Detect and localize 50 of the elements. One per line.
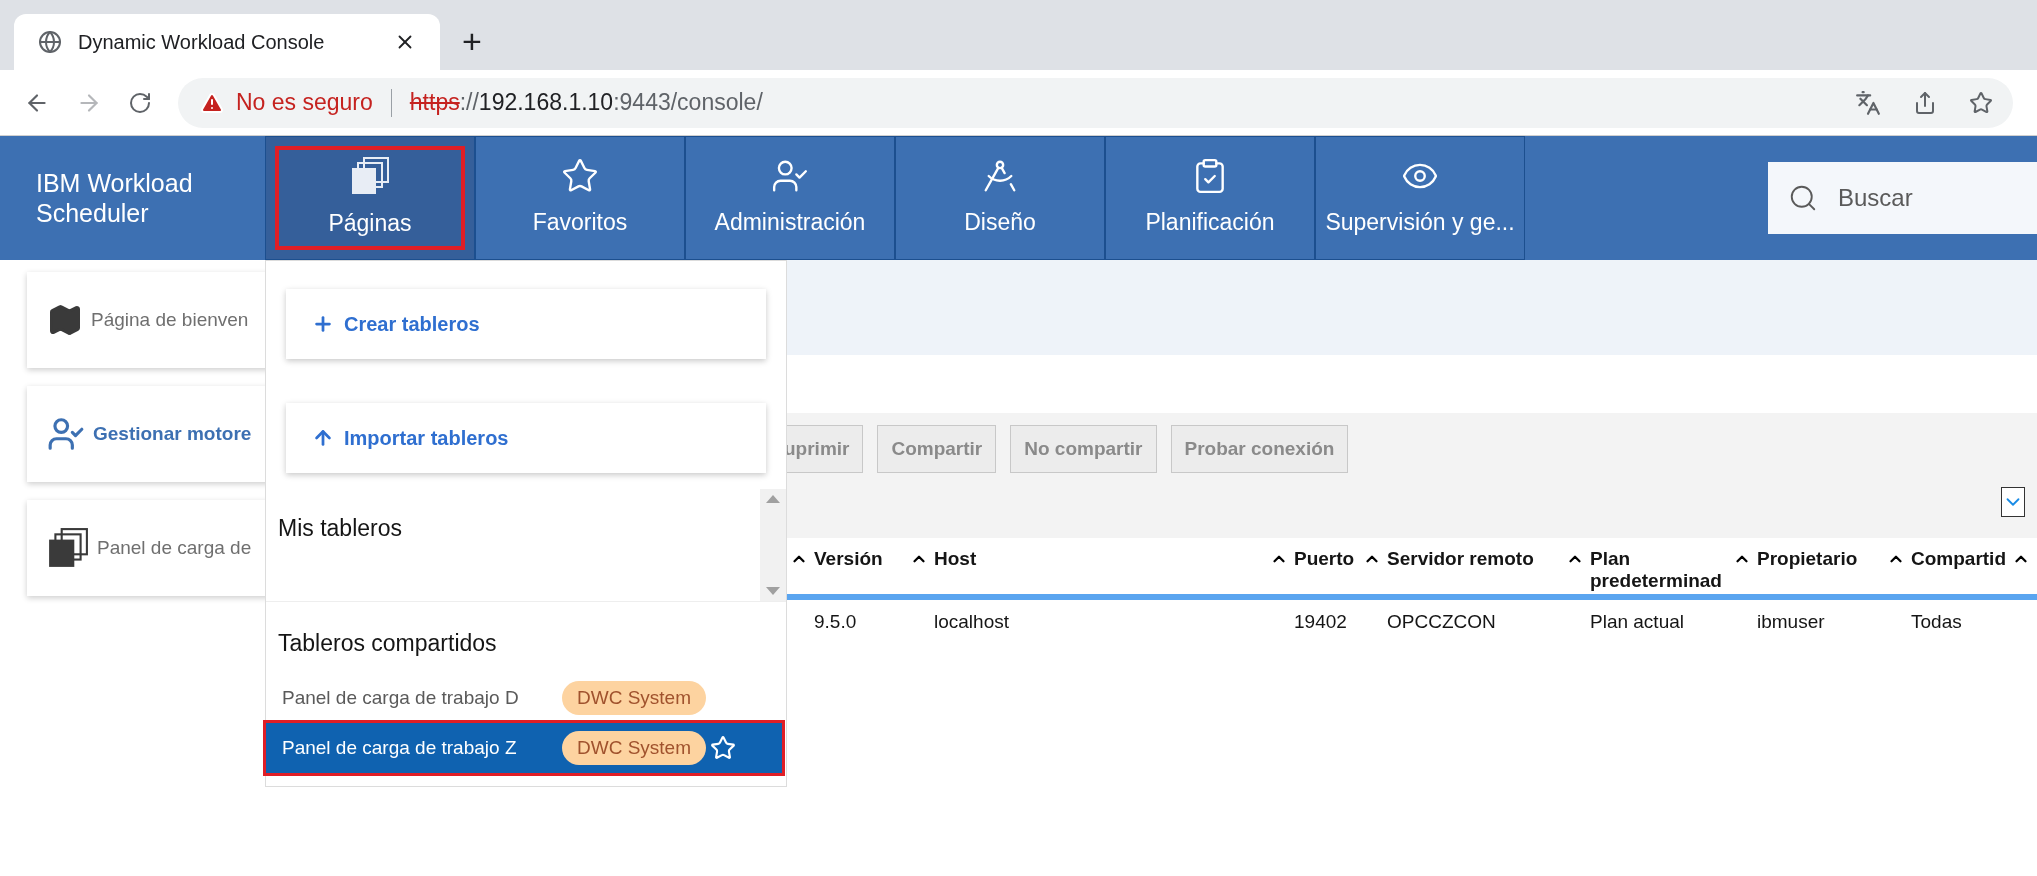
tab-title: Dynamic Workload Console <box>78 30 326 55</box>
table-cell: Plan actual <box>1590 610 1684 632</box>
dropdown-action[interactable]: Importar tableros <box>286 403 766 473</box>
url-text: https://192.168.1.10:9443/console/ <box>409 88 764 118</box>
search-bar[interactable]: Buscar <box>1768 162 2037 234</box>
column-header[interactable]: Propietario <box>1757 548 1858 570</box>
collapse-chevron-icon[interactable] <box>2001 487 2025 517</box>
translate-icon[interactable] <box>1855 89 1881 116</box>
bookmark-star-icon[interactable] <box>1969 90 1993 115</box>
globe-icon <box>38 30 62 54</box>
browser-tab[interactable]: Dynamic Workload Console <box>14 14 440 70</box>
table-cell: 19402 <box>1294 610 1347 632</box>
nav-tab[interactable]: Diseño <box>895 136 1105 260</box>
search-field[interactable]: Buscar <box>1838 180 2018 216</box>
plus-icon <box>312 313 334 335</box>
nav-tab[interactable]: Favoritos <box>475 136 685 260</box>
table-cell: localhost <box>934 610 1009 632</box>
share-icon[interactable] <box>1913 90 1937 115</box>
table-cell: Todas <box>1911 610 1962 632</box>
system-tag: DWC System <box>562 680 706 716</box>
dashboard-name: Panel de carga de trabajo D <box>282 685 520 710</box>
star-icon[interactable] <box>710 735 736 761</box>
column-header[interactable]: Versión <box>814 548 883 570</box>
security-label: No es seguro <box>236 88 373 118</box>
brand-title: IBM Workload Scheduler <box>36 168 194 228</box>
system-tag: DWC System <box>562 730 706 766</box>
section-heading: Tableros compartidos <box>278 630 497 656</box>
new-tab-button[interactable]: + <box>462 24 482 58</box>
search-icon <box>1788 183 1818 213</box>
star-icon <box>561 156 599 195</box>
table-cell: OPCCZCON <box>1387 610 1496 632</box>
table-cell: 9.5.0 <box>814 610 857 632</box>
column-header[interactable]: Compartid <box>1911 548 2006 570</box>
windows-icon <box>350 155 390 196</box>
nav-tab[interactable]: Páginas <box>265 136 475 260</box>
address-bar[interactable]: No es seguro https://192.168.1.10:9443/console/ <box>178 77 2013 128</box>
column-header[interactable]: Host <box>934 548 977 570</box>
column-header[interactable]: Puerto <box>1294 548 1355 570</box>
column-header[interactable]: Plan predeterminad <box>1590 548 1733 592</box>
dashboard-name: Panel de carga de trabajo Z <box>282 735 518 760</box>
column-header[interactable]: Servidor remoto <box>1387 548 1534 570</box>
windows-icon <box>47 527 89 569</box>
reload-icon[interactable] <box>128 90 152 115</box>
warning-icon <box>200 90 224 115</box>
nav-tab[interactable]: Supervisión y ge... <box>1315 136 1525 260</box>
table-cell: ibmuser <box>1757 610 1825 632</box>
nav-tab[interactable]: Planificación <box>1105 136 1315 260</box>
nav-tab[interactable]: Administración <box>685 136 895 260</box>
shared-dashboard-item[interactable]: Panel de carga de trabajo Z DWC System <box>266 723 782 773</box>
dropdown-action[interactable]: Crear tableros <box>286 289 766 359</box>
